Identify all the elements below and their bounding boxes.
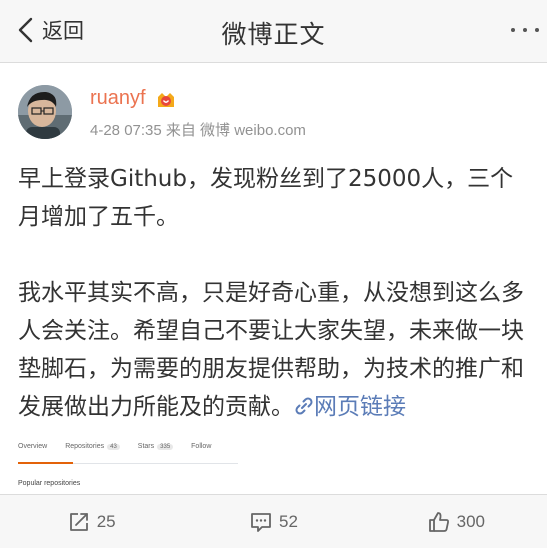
post-meta: 4-28 07:35 来自 微博 weibo.com — [90, 122, 306, 139]
more-dot-icon — [511, 28, 515, 32]
web-link[interactable]: 网页链接 — [294, 394, 406, 420]
action-bar: 25 52 300 — [0, 494, 547, 548]
avatar-image — [18, 85, 72, 139]
avatar[interactable] — [18, 85, 72, 139]
comment-count: 52 — [279, 511, 298, 531]
more-dot-icon — [523, 28, 527, 32]
repost-button[interactable]: 25 — [0, 495, 182, 548]
embed-tab: Overview — [18, 443, 47, 450]
embed-tab-count: 43 — [107, 444, 120, 450]
embed-active-underline — [18, 462, 73, 464]
comment-button[interactable]: 52 — [182, 495, 364, 548]
embedded-image[interactable]: Overview Repositories 43 Stars 335 Follow … — [18, 438, 238, 488]
vip-badge-icon — [158, 93, 174, 107]
post-body: 早上登录Github，发现粉丝到了25000人，三个月增加了五千。 我水平其实不… — [18, 160, 536, 426]
embed-tab: Stars 335 — [137, 443, 174, 450]
repost-icon — [69, 512, 88, 531]
link-icon — [295, 397, 313, 415]
like-button[interactable]: 300 — [365, 495, 547, 548]
post-paragraph-text: 我水平其实不高，只是好奇心重，从没想到这么多人会关注。希望自己不要让大家失望，未… — [18, 280, 524, 420]
repost-count: 25 — [96, 511, 116, 531]
web-link-label: 网页链接 — [314, 394, 406, 420]
username-link[interactable]: ruanyf — [90, 87, 146, 110]
thumbs-up-icon — [428, 511, 449, 532]
embed-tab-label: Overview — [18, 443, 48, 450]
embed-cut-text: Popular repositories — [18, 480, 81, 487]
more-options-button[interactable] — [511, 20, 539, 40]
embed-tab: Follow — [191, 443, 211, 450]
comment-icon — [251, 512, 271, 532]
page-title: 微博正文 — [221, 20, 326, 49]
embed-tab-label: Stars — [137, 443, 155, 450]
embed-tabs: Overview Repositories 43 Stars 335 Follow — [18, 443, 229, 450]
post-paragraph: 我水平其实不高，只是好奇心重，从没想到这么多人会关注。希望自己不要让大家失望，未… — [18, 274, 536, 426]
post-paragraph: 早上登录Github，发现粉丝到了25000人，三个月增加了五千。 — [18, 166, 514, 230]
nav-bar: 返回 微博正文 — [0, 0, 547, 63]
like-count: 300 — [456, 511, 485, 531]
embed-tab: Repositories 43 — [65, 443, 120, 450]
post-card: ruanyf 4-28 07:35 来自 微博 weibo.com 早上登录Gi… — [0, 63, 547, 495]
more-dot-icon — [535, 28, 539, 32]
embed-tab-count: 335 — [157, 444, 174, 450]
paragraph-spacer — [18, 236, 536, 274]
embed-tab-label: Follow — [191, 443, 212, 450]
embed-tab-label: Repositories — [65, 443, 105, 450]
